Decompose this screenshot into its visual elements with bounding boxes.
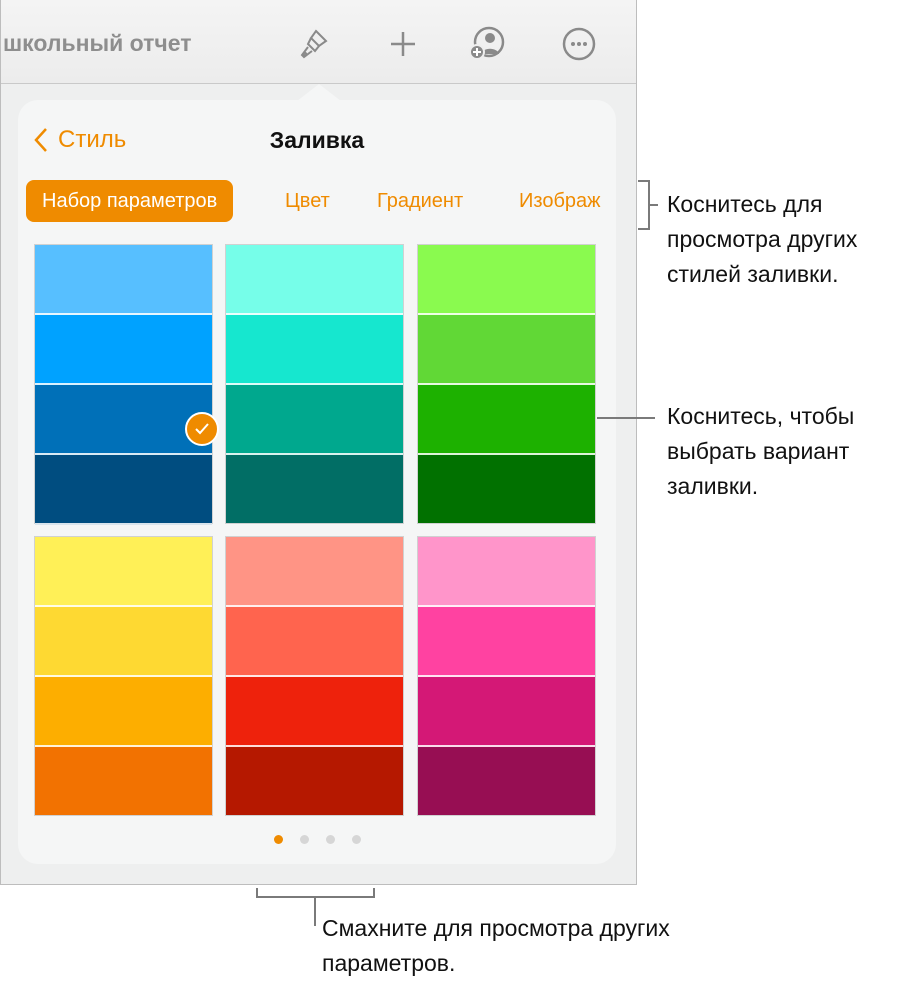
page-dot[interactable] xyxy=(351,835,361,844)
fill-option[interactable] xyxy=(418,385,595,455)
page-dot[interactable] xyxy=(299,835,309,844)
fill-option[interactable] xyxy=(226,455,403,523)
fill-option[interactable] xyxy=(226,315,403,385)
fill-option[interactable] xyxy=(35,245,212,315)
collaborate-icon[interactable] xyxy=(467,24,507,64)
fill-preset-swatch[interactable] xyxy=(417,536,596,816)
fill-option[interactable] xyxy=(35,747,212,815)
fill-option[interactable] xyxy=(35,315,212,385)
fill-option[interactable] xyxy=(226,677,403,747)
fill-preset-swatch[interactable] xyxy=(225,244,404,524)
page-dot[interactable] xyxy=(325,835,335,844)
fill-option[interactable] xyxy=(35,455,212,525)
tab-color[interactable]: Цвет xyxy=(285,180,330,222)
fill-option[interactable] xyxy=(418,455,595,523)
popover-arrow xyxy=(297,84,341,101)
bracket-tick xyxy=(650,204,658,206)
fill-preset-swatch[interactable] xyxy=(225,536,404,816)
fill-option[interactable] xyxy=(35,677,212,747)
callout-tabs: Коснитесь для просмотра других стилей за… xyxy=(667,191,858,287)
fill-preset-swatch[interactable] xyxy=(417,244,596,524)
paintbrush-icon[interactable] xyxy=(295,24,335,64)
popover-title: Заливка xyxy=(269,127,365,153)
fill-option[interactable] xyxy=(418,677,595,747)
callout-dots: Смахните для просмотра других параметров… xyxy=(322,915,670,976)
fill-option[interactable] xyxy=(35,385,212,455)
fill-option[interactable] xyxy=(226,245,403,315)
fill-option[interactable] xyxy=(226,607,403,677)
document-title: школьный отчет xyxy=(3,30,192,56)
page-indicator[interactable] xyxy=(18,835,616,844)
fill-option[interactable] xyxy=(418,315,595,385)
more-icon[interactable] xyxy=(559,24,599,64)
checkmark-icon xyxy=(185,412,219,446)
fill-option[interactable] xyxy=(226,385,403,455)
fill-option[interactable] xyxy=(226,747,403,815)
toolbar: школьный отчет xyxy=(1,0,636,84)
fill-option[interactable] xyxy=(418,537,595,607)
fill-option[interactable] xyxy=(226,537,403,607)
tab-gradient[interactable]: Градиент xyxy=(377,180,463,222)
fill-option[interactable] xyxy=(418,245,595,315)
fill-preset-swatch[interactable] xyxy=(34,536,213,816)
bracket-right xyxy=(373,888,375,898)
fill-option[interactable] xyxy=(418,607,595,677)
add-icon[interactable] xyxy=(383,24,423,64)
fill-option[interactable] xyxy=(418,747,595,815)
ipad-screen: школьный отчет Стиль Заливка Набор парам… xyxy=(0,0,637,885)
tab-image[interactable]: Изображ xyxy=(519,180,601,222)
bracket-bottom xyxy=(638,228,650,230)
fill-popover: Стиль Заливка Набор параметров Цвет Град… xyxy=(18,100,616,864)
tab-presets[interactable]: Набор параметров xyxy=(26,180,234,222)
bracket-stem xyxy=(314,896,316,926)
fill-option[interactable] xyxy=(35,537,212,607)
fill-option[interactable] xyxy=(35,607,212,677)
callout-swatch: Коснитесь, чтобы выбрать вариант заливки… xyxy=(667,403,855,499)
callout-line xyxy=(597,417,655,419)
fill-type-tabs[interactable]: Набор параметров Цвет Градиент Изображ xyxy=(26,180,616,222)
page-dot[interactable] xyxy=(273,835,283,844)
fill-preset-swatch[interactable] xyxy=(34,244,219,525)
